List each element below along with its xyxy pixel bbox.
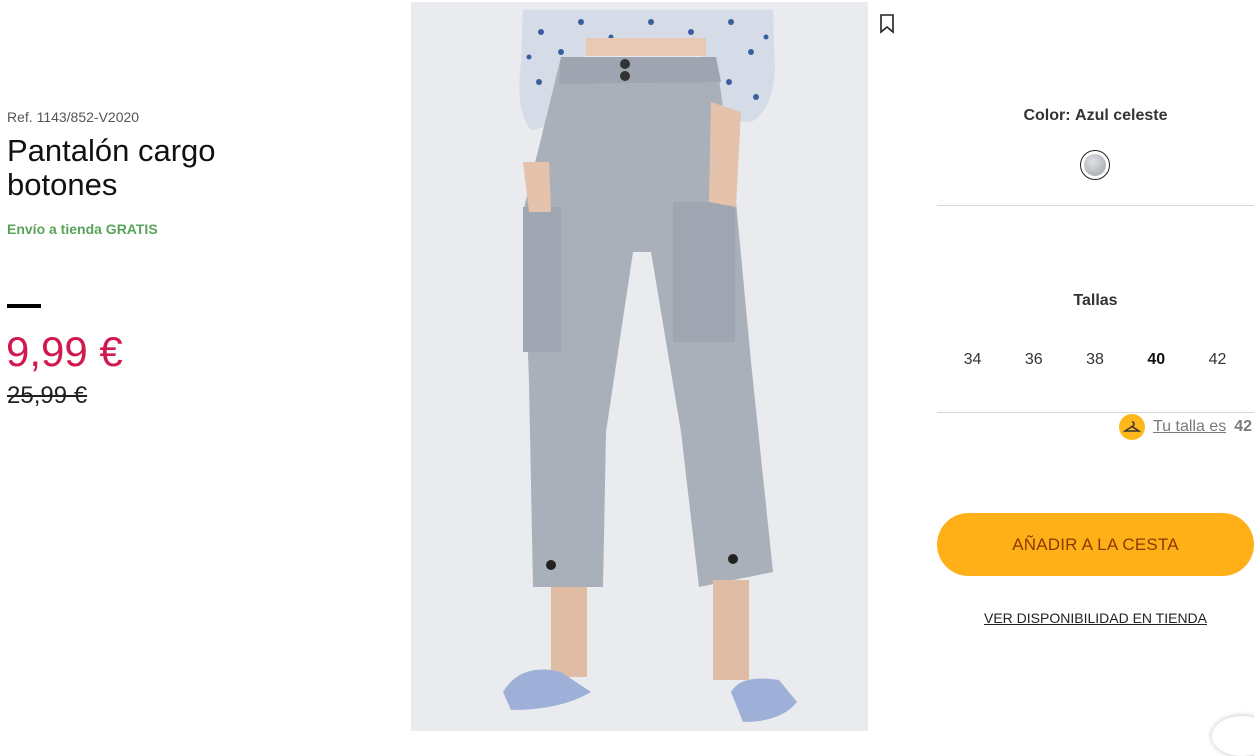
color-label-prefix: Color: (1023, 107, 1071, 124)
bookmark-icon[interactable] (878, 14, 896, 34)
divider (937, 412, 1254, 413)
size-option-42[interactable]: 42 (1187, 351, 1248, 369)
divider (937, 205, 1254, 206)
color-value: Azul celeste (1075, 107, 1168, 124)
shipping-info: Envío a tienda GRATIS (7, 221, 158, 237)
size-recommendation[interactable]: Tu talla es 42 (1118, 414, 1252, 440)
size-selector: 34 36 38 40 42 (942, 351, 1248, 369)
price-divider (7, 304, 41, 308)
product-image[interactable] (411, 2, 868, 731)
store-availability-link[interactable]: VER DISPONIBILIDAD EN TIENDA (937, 610, 1254, 626)
color-label: Color: Azul celeste (937, 107, 1254, 125)
color-swatch[interactable] (1080, 150, 1110, 180)
add-to-cart-button[interactable]: AÑADIR A LA CESTA (937, 513, 1254, 576)
size-option-40[interactable]: 40 (1126, 351, 1187, 369)
fit-link[interactable]: Tu talla es (1153, 418, 1226, 436)
product-reference: Ref. 1143/852-V2020 (7, 109, 140, 125)
size-option-38[interactable]: 38 (1065, 351, 1126, 369)
sizes-label: Tallas (1073, 292, 1118, 309)
chat-widget[interactable] (1212, 716, 1254, 756)
size-option-36[interactable]: 36 (1003, 351, 1064, 369)
size-option-34[interactable]: 34 (942, 351, 1003, 369)
product-photo-illustration (411, 2, 868, 731)
fit-size: 42 (1234, 418, 1252, 435)
current-price: 9,99 € (6, 328, 123, 375)
product-title: Pantalón cargo botones (7, 133, 216, 202)
old-price: 25,99 € (7, 382, 88, 409)
hanger-icon (1118, 414, 1145, 440)
color-swatch-fill (1084, 154, 1106, 176)
